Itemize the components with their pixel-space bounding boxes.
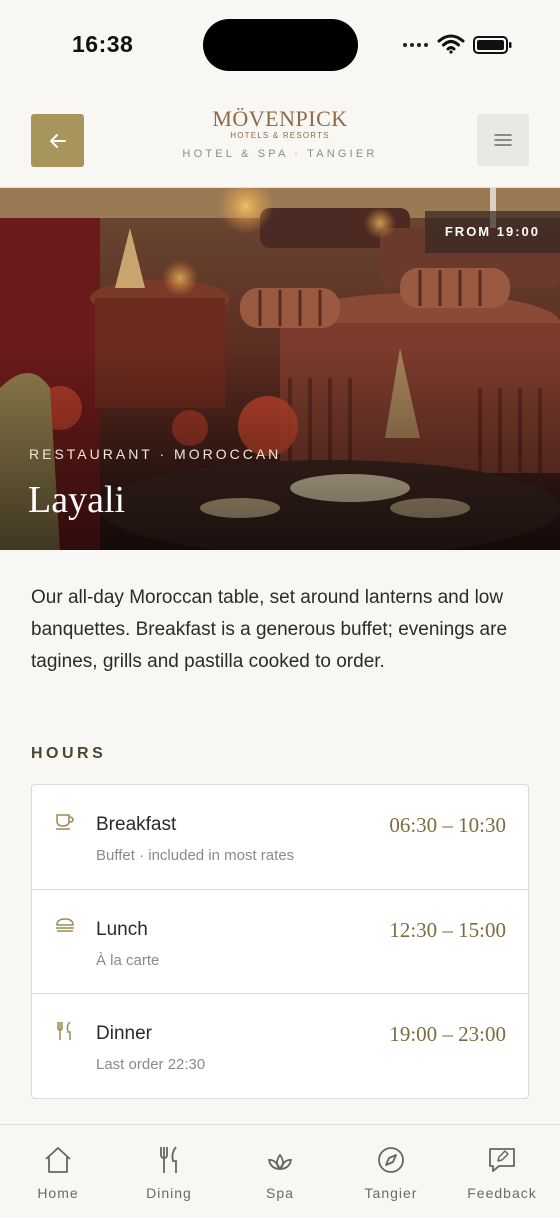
meal-name: Breakfast [96, 814, 177, 835]
meal-hours: 12:30 – 15:00 [389, 918, 506, 942]
coffee-cup-icon [56, 814, 74, 830]
brand-logo[interactable]: MÖVENPICK HOTELS & RESORTS HOTEL & SPA ·… [160, 106, 400, 161]
meal-note: Last order 22:30 [96, 1056, 206, 1073]
tab-tangier[interactable]: Tangier [335, 1125, 447, 1218]
restaurant-category: RESTAURANT · MOROCCAN [29, 446, 282, 462]
hotel-name: HOTEL & SPA · TANGIER [182, 148, 378, 160]
compass-icon [378, 1147, 404, 1173]
back-button[interactable] [31, 114, 84, 167]
meal-hours: 06:30 – 10:30 [389, 813, 506, 837]
burger-icon [56, 918, 74, 932]
status-bar: 16:38 [0, 0, 560, 90]
dynamic-island [203, 19, 358, 71]
tab-label: Home [37, 1185, 79, 1201]
bottom-tab-bar: Home Dining Spa Tangier Feedback [0, 1124, 560, 1218]
meal-hours: 19:00 – 23:00 [389, 1022, 506, 1046]
fork-knife-icon [160, 1146, 177, 1173]
signal-icon [403, 43, 428, 47]
meal-name: Lunch [96, 919, 148, 940]
hours-row-dinner: Dinner Last order 22:30 19:00 – 23:00 [32, 993, 528, 1097]
wifi-icon [437, 34, 465, 54]
hours-row-breakfast: Breakfast Buffet · included in most rate… [32, 785, 528, 889]
arrow-left-icon [49, 133, 66, 148]
tab-label: Spa [266, 1185, 294, 1201]
tab-label: Dining [146, 1185, 192, 1201]
meal-note: Buffet · included in most rates [96, 847, 295, 864]
meal-note: À la carte [96, 952, 160, 969]
home-icon [45, 1147, 71, 1173]
tab-feedback[interactable]: Feedback [446, 1125, 558, 1218]
hero-image: FROM 19:00 RESTAURANT · MOROCCAN Layali [0, 188, 560, 550]
fork-knife-icon [57, 1021, 71, 1040]
tab-label: Feedback [467, 1185, 537, 1201]
restaurant-title: Layali [28, 479, 126, 521]
meal-name: Dinner [96, 1023, 152, 1044]
tab-spa[interactable]: Spa [224, 1125, 336, 1218]
brand-name: MÖVENPICK [212, 106, 348, 131]
opening-badge: FROM 19:00 [424, 211, 560, 253]
feedback-icon [489, 1148, 515, 1172]
hours-card: Breakfast Buffet · included in most rate… [31, 784, 529, 1099]
tab-home[interactable]: Home [2, 1125, 114, 1218]
lotus-icon [267, 1153, 293, 1171]
tab-label: Tangier [364, 1185, 418, 1201]
hours-heading: HOURS [31, 745, 107, 762]
menu-button[interactable] [477, 114, 529, 166]
status-time: 16:38 [72, 31, 134, 57]
restaurant-description: Our all-day Moroccan table, set around l… [31, 587, 508, 672]
hours-row-lunch: Lunch À la carte 12:30 – 15:00 [32, 889, 528, 993]
battery-icon [473, 36, 512, 54]
brand-subtitle: HOTELS & RESORTS [230, 131, 330, 140]
hamburger-icon [494, 134, 512, 146]
screen: 16:38 MÖVENPICK HOTELS & RESORTS HOTEL &… [0, 0, 560, 1218]
app-header: MÖVENPICK HOTELS & RESORTS HOTEL & SPA ·… [0, 90, 560, 188]
tab-dining[interactable]: Dining [113, 1125, 225, 1218]
